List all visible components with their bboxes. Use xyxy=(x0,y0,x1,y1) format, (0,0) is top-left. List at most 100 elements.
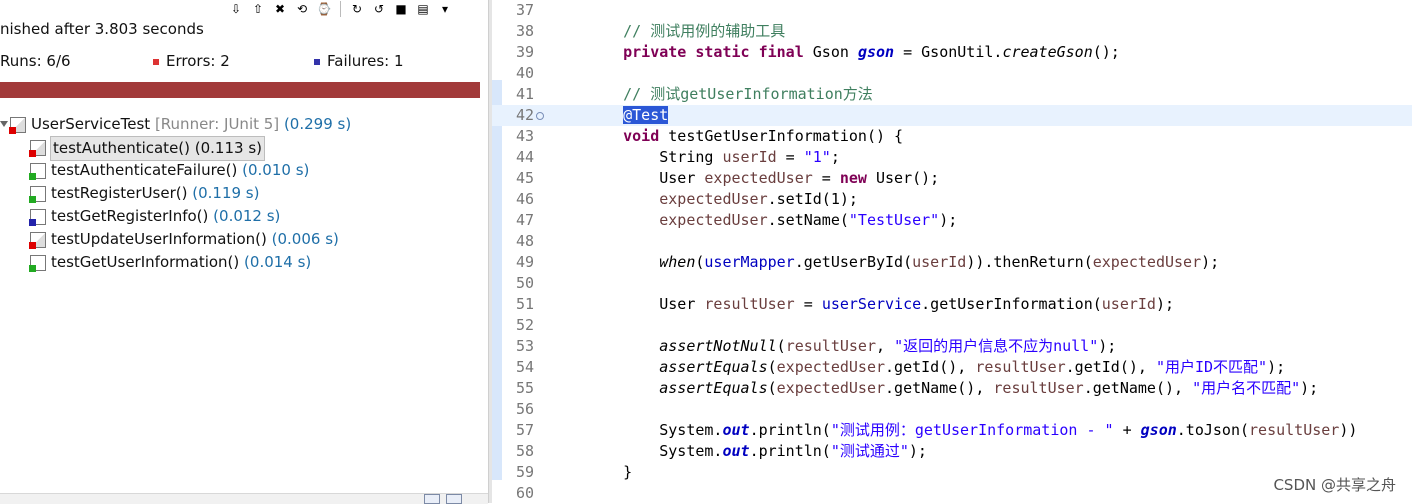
line-number: 47 xyxy=(515,211,534,229)
tree-item-time: (0.012 s) xyxy=(213,207,281,225)
tree-root[interactable]: UserServiceTest [Runner: JUnit 5] (0.299… xyxy=(0,113,488,136)
history-icon[interactable]: ⌚ xyxy=(316,1,332,17)
code-text: // 测试用例的辅助工具 xyxy=(587,22,786,40)
errors-label: Errors: 2 xyxy=(166,52,230,70)
code-line[interactable]: 41 // 测试getUserInformation方法 xyxy=(492,84,1412,105)
line-number: 44 xyxy=(515,148,534,166)
bottom-strip xyxy=(0,493,488,504)
line-number: 40 xyxy=(515,64,534,82)
menu-icon[interactable]: ▤ xyxy=(415,1,431,17)
tree-item[interactable]: testAuthenticate() (0.113 s) xyxy=(0,136,488,161)
test-stats: Runs: 6/6 Errors: 2 Failures: 1 xyxy=(0,52,488,72)
arrow-up-icon[interactable]: ⇧ xyxy=(250,1,266,17)
tree-item[interactable]: testUpdateUserInformation() (0.006 s) xyxy=(0,228,488,251)
code-line[interactable]: 49 when(userMapper.getUserById(userId)).… xyxy=(492,252,1412,273)
test-pass-icon xyxy=(29,255,46,272)
code-line[interactable]: 45 User expectedUser = new User(); xyxy=(492,168,1412,189)
code-line[interactable]: 40 xyxy=(492,63,1412,84)
tree-item[interactable]: testGetRegisterInfo() (0.012 s) xyxy=(0,205,488,228)
root-label: UserServiceTest xyxy=(31,115,151,133)
code-text: } xyxy=(587,463,633,481)
code-line[interactable]: 51 User resultUser = userService.getUser… xyxy=(492,294,1412,315)
tree-item-label: testGetRegisterInfo() xyxy=(51,207,209,225)
code-editor[interactable]: 37 38 // 测试用例的辅助工具 39 private static final… xyxy=(492,0,1412,503)
scroll-lock-icon[interactable]: ⟲ xyxy=(294,1,310,17)
code-line[interactable]: 38 // 测试用例的辅助工具 xyxy=(492,21,1412,42)
failures-stat: Failures: 1 xyxy=(313,52,404,70)
code-line[interactable]: 55 assertEquals(expectedUser.getName(), … xyxy=(492,378,1412,399)
line-number: 41 xyxy=(515,85,534,103)
runs-label: Runs: 6/6 xyxy=(0,52,71,70)
stop-icon[interactable]: ■ xyxy=(393,1,409,17)
tree-item[interactable]: testRegisterUser() (0.119 s) xyxy=(0,182,488,205)
code-text: expectedUser.setId(1); xyxy=(659,190,858,208)
code-line[interactable]: 52 xyxy=(492,315,1412,336)
code-text: String userId = "1"; xyxy=(587,148,840,166)
code-text: User expectedUser = new User(); xyxy=(587,169,940,187)
code-line[interactable]: 53 assertNotNull(resultUser, "返回的用户信息不应为… xyxy=(492,336,1412,357)
line-number: 39 xyxy=(515,43,534,61)
test-failure-icon xyxy=(29,209,46,226)
line-number: 52 xyxy=(515,316,534,334)
code-text: System.out.println("测试用例：getUserInformat… xyxy=(587,421,1358,439)
root-runner: [Runner: JUnit 5] xyxy=(154,115,280,133)
root-time: (0.299 s) xyxy=(283,115,352,133)
code-text: @Test xyxy=(623,106,669,124)
line-number: 55 xyxy=(515,379,534,397)
code-text: User resultUser = userService.getUserInf… xyxy=(587,295,1175,313)
line-number: 49 xyxy=(515,253,534,271)
code-line[interactable]: 37 xyxy=(492,0,1412,21)
tree-item-label: testAuthenticateFailure() xyxy=(51,161,238,179)
code-text: assertNotNull(resultUser, "返回的用户信息不应为nul… xyxy=(659,337,1117,355)
code-line[interactable]: 47 expectedUser.setName("TestUser"); xyxy=(492,210,1412,231)
code-line[interactable]: 43 void testGetUserInformation() { xyxy=(492,126,1412,147)
tree-item-label: testGetUserInformation() xyxy=(51,253,240,271)
line-number: 48 xyxy=(515,232,534,250)
finished-text: nished after 3.803 seconds xyxy=(0,20,204,38)
tree-item-time: (0.006 s) xyxy=(271,230,339,248)
fold-toggle-icon[interactable] xyxy=(536,112,544,120)
line-number: 43 xyxy=(515,127,534,145)
code-line[interactable]: 44 String userId = "1"; xyxy=(492,147,1412,168)
failure-icon xyxy=(313,57,321,66)
line-number: 59 xyxy=(515,463,534,481)
code-line[interactable]: 56 xyxy=(492,399,1412,420)
code-line[interactable]: 57 System.out.println("测试用例：getUserInfor… xyxy=(492,420,1412,441)
code-line[interactable]: 39 private static final Gson gson = Gson… xyxy=(492,42,1412,63)
code-line[interactable]: 46 expectedUser.setId(1); xyxy=(492,189,1412,210)
code-text: System.out.println("测试通过"); xyxy=(587,442,927,460)
code-text: private static final Gson gson = GsonUti… xyxy=(623,43,1120,61)
tree-item-time: (0.010 s) xyxy=(242,161,310,179)
code-line[interactable]: 58 System.out.println("测试通过"); xyxy=(492,441,1412,462)
code-line[interactable]: 42 @Test xyxy=(492,105,1412,126)
arrow-down-icon[interactable]: ⇩ xyxy=(228,1,244,17)
test-tree[interactable]: UserServiceTest [Runner: JUnit 5] (0.299… xyxy=(0,113,488,274)
junit-toolbar: ⇩ ⇧ ✖ ⟲ ⌚ ↻ ↺ ■ ▤ ▾ xyxy=(228,0,453,18)
test-pass-icon xyxy=(29,163,46,180)
toolbar-separator xyxy=(340,1,341,17)
test-error-icon xyxy=(29,140,46,157)
tree-item[interactable]: testAuthenticateFailure() (0.010 s) xyxy=(0,159,488,182)
code-line[interactable]: 50 xyxy=(492,273,1412,294)
expand-chevron-icon[interactable] xyxy=(0,121,8,127)
tree-item[interactable]: testGetUserInformation() (0.014 s) xyxy=(0,251,488,274)
code-text: expectedUser.setName("TestUser"); xyxy=(659,211,958,229)
test-pass-icon xyxy=(29,186,46,203)
errors-stat: Errors: 2 xyxy=(152,52,230,70)
code-line[interactable]: 54 assertEquals(expectedUser.getId(), re… xyxy=(492,357,1412,378)
line-number: 46 xyxy=(515,190,534,208)
tree-item-label: testAuthenticate() (0.113 s) xyxy=(50,136,265,161)
tree-item-time: (0.014 s) xyxy=(244,253,312,271)
rerun-icon[interactable]: ↻ xyxy=(349,1,365,17)
line-number: 60 xyxy=(515,484,534,502)
failures-filter-icon[interactable]: ✖ xyxy=(272,1,288,17)
code-line[interactable]: 48 xyxy=(492,231,1412,252)
view-menu-icon[interactable]: ▾ xyxy=(437,1,453,17)
code-text: void testGetUserInformation() { xyxy=(623,127,904,145)
test-error-icon xyxy=(29,232,46,249)
tree-item-label: testRegisterUser() xyxy=(51,184,188,202)
line-number: 37 xyxy=(515,1,534,19)
junit-view: ⇩ ⇧ ✖ ⟲ ⌚ ↻ ↺ ■ ▤ ▾ nished after 3.803 s… xyxy=(0,0,488,504)
rerun-failed-icon[interactable]: ↺ xyxy=(371,1,387,17)
code-text: when(userMapper.getUserById(userId)).the… xyxy=(659,253,1220,271)
